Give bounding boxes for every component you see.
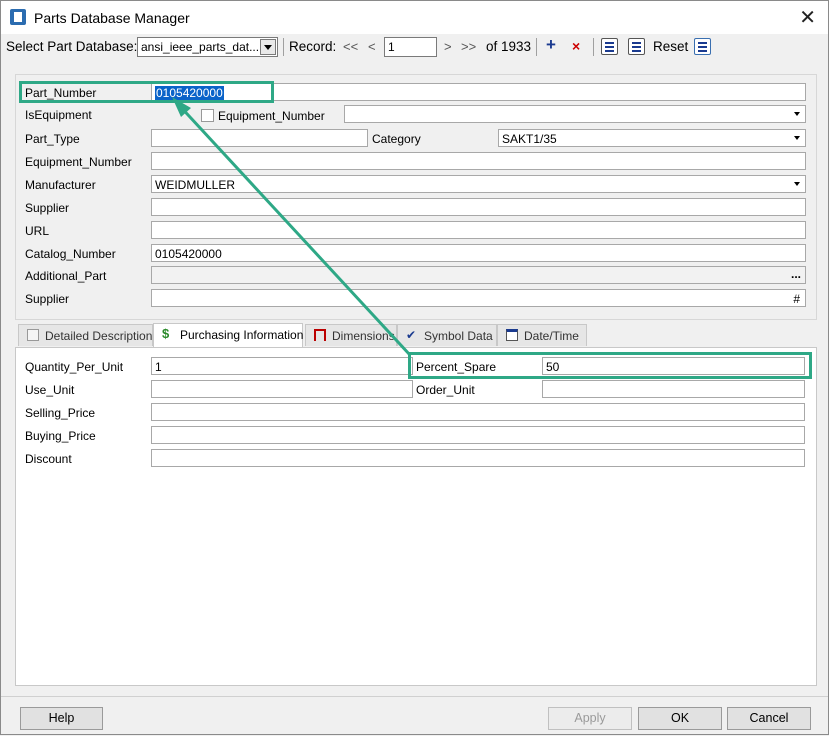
apply-button[interactable]: Apply: [548, 707, 632, 730]
annotation-arrow-line: [175, 101, 412, 357]
help-button[interactable]: Help: [20, 707, 103, 730]
parts-database-manager-window: Parts Database Manager ✕ Select Part Dat…: [0, 0, 829, 735]
annotation-arrow: [172, 97, 412, 357]
cancel-button[interactable]: Cancel: [727, 707, 811, 730]
ok-button[interactable]: OK: [638, 707, 722, 730]
